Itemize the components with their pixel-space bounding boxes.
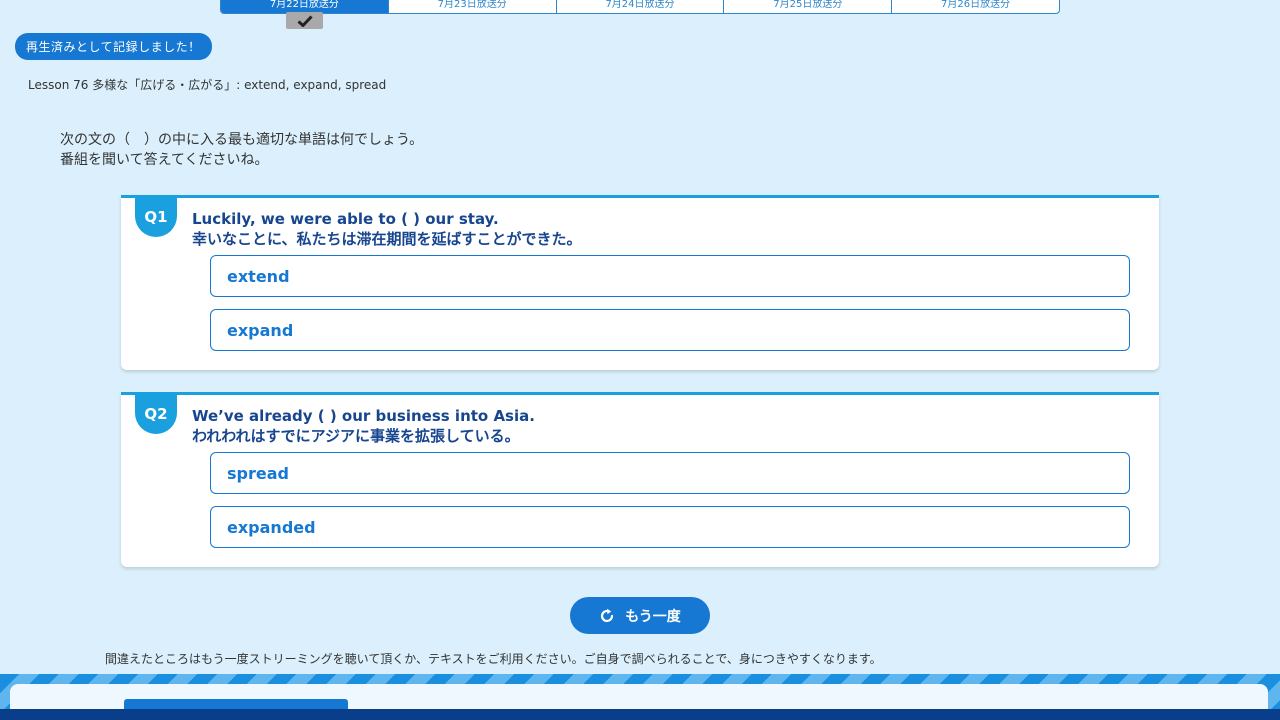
- answer-option-expanded[interactable]: expanded: [210, 506, 1130, 548]
- instructions-line-2: 番組を聞いて答えてくださいね。: [60, 152, 269, 168]
- answer-option-extend[interactable]: extend: [210, 255, 1130, 297]
- question-text: Luckily, we were able to ( ) our stay. 幸…: [192, 209, 582, 249]
- question-english: Luckily, we were able to ( ) our stay.: [192, 210, 499, 228]
- bottom-nav-bar: [0, 709, 1280, 720]
- question-japanese: 幸いなことに、私たちは滞在期間を延ばすことができた。: [192, 230, 582, 248]
- checkmark-icon: [286, 12, 323, 29]
- question-card-q2: Q2 We’ve already ( ) our business into A…: [121, 392, 1159, 567]
- played-status-badge: 再生済みとして記録しました！: [15, 33, 212, 60]
- instructions: 次の文の（ ）の中に入る最も適切な単語は何でしょう。 番組を聞いて答えてください…: [60, 130, 423, 170]
- refresh-icon: [601, 608, 614, 622]
- retry-label: もう一度: [625, 608, 681, 625]
- answer-option-expand[interactable]: expand: [210, 309, 1130, 351]
- date-tabs: 7月22日放送分 7月23日放送分 7月24日放送分 7月25日放送分 7月26…: [220, 0, 1060, 14]
- answer-option-spread[interactable]: spread: [210, 452, 1130, 494]
- question-english: We’ve already ( ) our business into Asia…: [192, 407, 535, 425]
- lesson-title: Lesson 76 多様な「広げる・広がる」: extend, expand, …: [28, 78, 387, 92]
- retry-button[interactable]: もう一度: [570, 597, 710, 634]
- date-tab-0724[interactable]: 7月24日放送分: [555, 0, 724, 13]
- date-tab-0725[interactable]: 7月25日放送分: [723, 0, 891, 13]
- question-text: We’ve already ( ) our business into Asia…: [192, 406, 535, 446]
- instructions-line-1: 次の文の（ ）の中に入る最も適切な単語は何でしょう。: [60, 132, 424, 148]
- question-number-badge: Q2: [135, 392, 177, 434]
- footer-note: 間違えたところはもう一度ストリーミングを聴いて頂くか、テキストをご利用ください。…: [105, 652, 882, 666]
- page: 7月22日放送分 7月23日放送分 7月24日放送分 7月25日放送分 7月26…: [0, 0, 1280, 720]
- question-card-q1: Q1 Luckily, we were able to ( ) our stay…: [121, 195, 1159, 370]
- date-tab-0723[interactable]: 7月23日放送分: [387, 0, 556, 13]
- question-japanese: われわれはすでにアジアに事業を拡張している。: [192, 427, 520, 445]
- date-tab-0726[interactable]: 7月26日放送分: [891, 0, 1059, 13]
- question-number-badge: Q1: [135, 195, 177, 237]
